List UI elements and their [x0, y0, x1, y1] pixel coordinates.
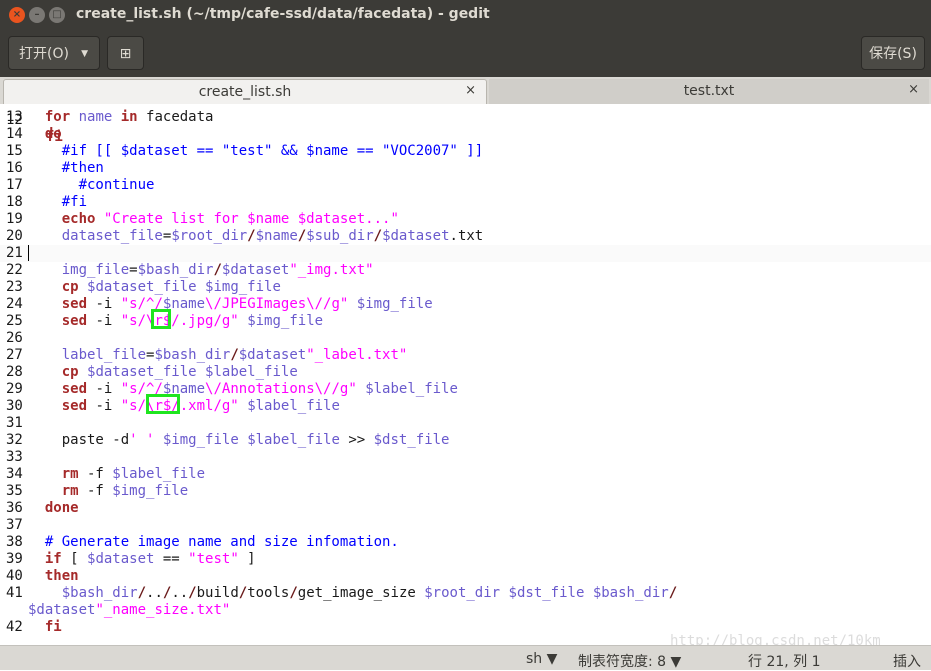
tab-width-selector[interactable]: 制表符宽度: 8 ▼: [578, 651, 681, 671]
line-code: then: [44, 568, 79, 584]
new-document-icon: ⊞: [119, 46, 132, 62]
tab-close-icon[interactable]: ×: [465, 83, 476, 98]
line-code: fi: [44, 619, 62, 635]
line-code: ​: [28, 245, 29, 262]
line-code: rm -f $label_file: [61, 466, 206, 482]
window-close-icon[interactable]: ×: [9, 7, 25, 23]
line-number: 16: [6, 160, 23, 176]
line-number: 39: [6, 551, 23, 567]
tab-test-txt[interactable]: test.txt ×: [489, 79, 929, 104]
line-number: 26: [6, 330, 23, 346]
highlight-box: [146, 394, 180, 414]
status-bar: sh ▼ 制表符宽度: 8 ▼ 行 21, 列 1 插入: [0, 645, 931, 670]
line-code: sed -i "s/\r$/.xml/g" $label_file: [61, 398, 340, 414]
line-code: $bash_dir/../../build/tools/get_image_si…: [61, 585, 678, 601]
line-number: 21: [6, 245, 23, 261]
line-number: 17: [6, 177, 23, 193]
insert-mode: 插入: [893, 654, 921, 670]
line-code: #then: [28, 160, 104, 176]
line-code: sed -i "s/^/$name\/JPEGImages\//g" $img_…: [61, 296, 433, 312]
line-code: dataset_file=$root_dir/$name/$sub_dir/$d…: [61, 228, 484, 244]
tab-bar: create_list.sh × test.txt ×: [0, 77, 931, 104]
line-number: 36: [6, 500, 23, 516]
line-number: 28: [6, 364, 23, 380]
line-number: 14: [6, 126, 23, 142]
line-code: sed -i "s/\r$/.jpg/g" $img_file: [61, 313, 324, 329]
line-code: for name in facedata: [44, 109, 214, 125]
line-number: 30: [6, 398, 23, 414]
tab-create-list[interactable]: create_list.sh ×: [3, 79, 487, 104]
line-code: # Generate image name and size infomatio…: [28, 534, 399, 550]
line-number: 41: [6, 585, 23, 601]
line-number: 15: [6, 143, 23, 159]
window-title: create_list.sh (~/tmp/cafe-ssd/data/face…: [76, 6, 490, 22]
line-number: 31: [6, 415, 23, 431]
line-number: 20: [6, 228, 23, 244]
line-code: rm -f $img_file: [61, 483, 189, 499]
line-code: paste -d' ' $img_file $label_file >> $ds…: [28, 432, 450, 448]
line-number: 23: [6, 279, 23, 295]
open-button-label: 打开(O): [19, 46, 69, 62]
line-code: sed -i "s/^/$name\/Annotations\//g" $lab…: [61, 381, 458, 397]
line-number: 40: [6, 568, 23, 584]
window-minimize-icon[interactable]: –: [29, 7, 45, 23]
line-number: 27: [6, 347, 23, 363]
line-number: 19: [6, 211, 23, 227]
line-number: 29: [6, 381, 23, 397]
tab-close-icon[interactable]: ×: [908, 82, 919, 97]
tab-label: create_list.sh: [198, 84, 292, 100]
line-number: 33: [6, 449, 23, 465]
open-button[interactable]: 打开(O) ▼: [8, 36, 100, 70]
window-maximize-icon[interactable]: □: [49, 7, 65, 23]
line-number: 24: [6, 296, 23, 312]
line-code: $dataset"_name_size.txt": [28, 602, 231, 618]
line-number: 25: [6, 313, 23, 329]
line-code: #if [[ $dataset == "test" && $name == "V…: [28, 143, 484, 159]
line-code: cp $dataset_file $label_file: [61, 364, 298, 380]
line-number: 37: [6, 517, 23, 533]
line-code: do: [44, 126, 62, 142]
line-number: 38: [6, 534, 23, 550]
line-code: echo "Create list for $name $dataset...": [61, 211, 399, 227]
title-bar: × – □ create_list.sh (~/tmp/cafe-ssd/dat…: [0, 0, 931, 30]
line-number: 18: [6, 194, 23, 210]
header-toolbar: 打开(O) ▼ ⊞ 保存(S): [0, 30, 931, 78]
cursor-position: 行 21, 列 1: [748, 654, 821, 670]
line-code: #continue: [28, 177, 155, 193]
language-selector[interactable]: sh ▼: [526, 651, 557, 667]
line-number: 22: [6, 262, 23, 278]
line-code: img_file=$bash_dir/$dataset"_img.txt": [61, 262, 374, 278]
line-number: 13: [6, 109, 23, 125]
code-editor[interactable]: 12 fi 13 for name in facedata 14 do 15 #…: [0, 104, 931, 645]
new-document-button[interactable]: ⊞: [107, 36, 144, 70]
line-number: 34: [6, 466, 23, 482]
line-code: cp $dataset_file $img_file: [61, 279, 281, 295]
highlight-box: [151, 309, 171, 329]
line-code: done: [44, 500, 79, 516]
line-number: 32: [6, 432, 23, 448]
line-code: label_file=$bash_dir/$dataset"_label.txt…: [61, 347, 408, 363]
line-code: #fi: [28, 194, 88, 210]
code-line-current: 21 ​: [0, 245, 931, 262]
tab-label: test.txt: [683, 83, 735, 99]
line-number: 42: [6, 619, 23, 635]
line-number: 35: [6, 483, 23, 499]
chevron-down-icon: ▼: [81, 49, 88, 59]
save-button[interactable]: 保存(S): [861, 36, 925, 70]
line-code: if [ $dataset == "test" ]: [44, 551, 256, 567]
